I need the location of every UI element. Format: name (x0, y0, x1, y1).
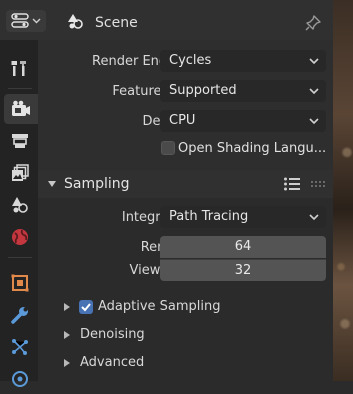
object-icon (11, 274, 29, 292)
denoising-label: Denoising (80, 327, 145, 342)
tab-divider (8, 88, 32, 89)
tab-view-layer[interactable] (5, 158, 35, 188)
tab-scene[interactable] (5, 190, 35, 220)
tab-divider (8, 257, 32, 258)
advanced-label: Advanced (80, 355, 145, 370)
render-properties-panel: Render Engine Cycles Feature Set Support… (38, 40, 333, 381)
context-title: Scene (95, 15, 138, 31)
physics-icon (12, 371, 28, 387)
chevron-down-icon (309, 58, 319, 65)
editor-type-button[interactable] (6, 10, 46, 32)
tab-tool[interactable] (5, 53, 35, 83)
sampling-title: Sampling (64, 176, 130, 192)
tab-particles[interactable] (5, 332, 35, 362)
chevron-down-icon (309, 88, 319, 95)
render-camera-icon (12, 100, 30, 116)
sampling-panel-header[interactable]: Sampling (38, 170, 333, 198)
tab-modifiers[interactable] (5, 300, 35, 330)
chevron-down-icon (32, 18, 41, 24)
device-row: Device CPU (38, 109, 333, 133)
adaptive-sampling-checkbox[interactable] (79, 300, 93, 314)
tab-output[interactable] (5, 126, 35, 156)
presets-list-icon[interactable] (283, 176, 301, 192)
render-samples-row: Render 64 (38, 235, 333, 259)
scene-tab-icon (12, 197, 28, 213)
view-layer-icon (12, 164, 29, 181)
tab-physics[interactable] (5, 364, 35, 394)
feature-set-dropdown[interactable]: Supported (160, 80, 326, 102)
triangle-right-icon (64, 303, 70, 311)
particles-icon (12, 339, 28, 355)
adaptive-sampling-subpanel[interactable]: Adaptive Sampling (38, 294, 333, 320)
osl-row: Open Shading Langu... (38, 137, 333, 161)
feature-set-value: Supported (169, 83, 237, 98)
device-dropdown[interactable]: CPU (160, 110, 326, 132)
device-value: CPU (169, 113, 196, 128)
render-samples-field[interactable]: 64 (160, 236, 326, 258)
sampling-panel-body: Integrator Path Tracing Render 64 Viewpo… (38, 198, 333, 381)
pin-icon[interactable] (304, 14, 322, 32)
chevron-down-icon (309, 214, 319, 221)
advanced-subpanel[interactable]: Advanced (38, 350, 333, 376)
world-icon (12, 229, 28, 245)
osl-label[interactable]: Open Shading Langu... (178, 141, 326, 156)
render-engine-row: Render Engine Cycles (38, 49, 333, 73)
scene-icon (68, 14, 83, 29)
checkmark-icon (81, 303, 91, 312)
viewport-samples-field[interactable]: 32 (160, 259, 326, 281)
viewport-background (333, 0, 353, 381)
triangle-right-icon (64, 359, 70, 367)
output-printer-icon (12, 134, 28, 148)
properties-header: Scene (0, 0, 333, 41)
render-engine-dropdown[interactable]: Cycles (160, 50, 326, 72)
properties-editor-icon (11, 13, 29, 28)
feature-set-row: Feature Set Supported (38, 79, 333, 103)
denoising-subpanel[interactable]: Denoising (38, 322, 333, 348)
render-engine-value: Cycles (169, 53, 212, 68)
integrator-dropdown[interactable]: Path Tracing (160, 206, 326, 228)
properties-tabs (0, 40, 38, 387)
integrator-value: Path Tracing (169, 209, 249, 224)
osl-checkbox[interactable] (161, 141, 175, 155)
adaptive-sampling-label: Adaptive Sampling (98, 299, 221, 314)
triangle-down-icon (48, 181, 56, 187)
viewport-samples-row: Viewport 32 (38, 258, 333, 282)
wrench-icon (11, 307, 28, 324)
drag-handle-icon[interactable] (311, 180, 325, 188)
triangle-right-icon (64, 331, 70, 339)
chevron-down-icon (309, 118, 319, 125)
tab-world[interactable] (5, 222, 35, 252)
tab-render[interactable] (4, 94, 38, 124)
tool-icon (11, 61, 26, 76)
integrator-row: Integrator Path Tracing (38, 205, 333, 229)
tab-object[interactable] (5, 268, 35, 298)
